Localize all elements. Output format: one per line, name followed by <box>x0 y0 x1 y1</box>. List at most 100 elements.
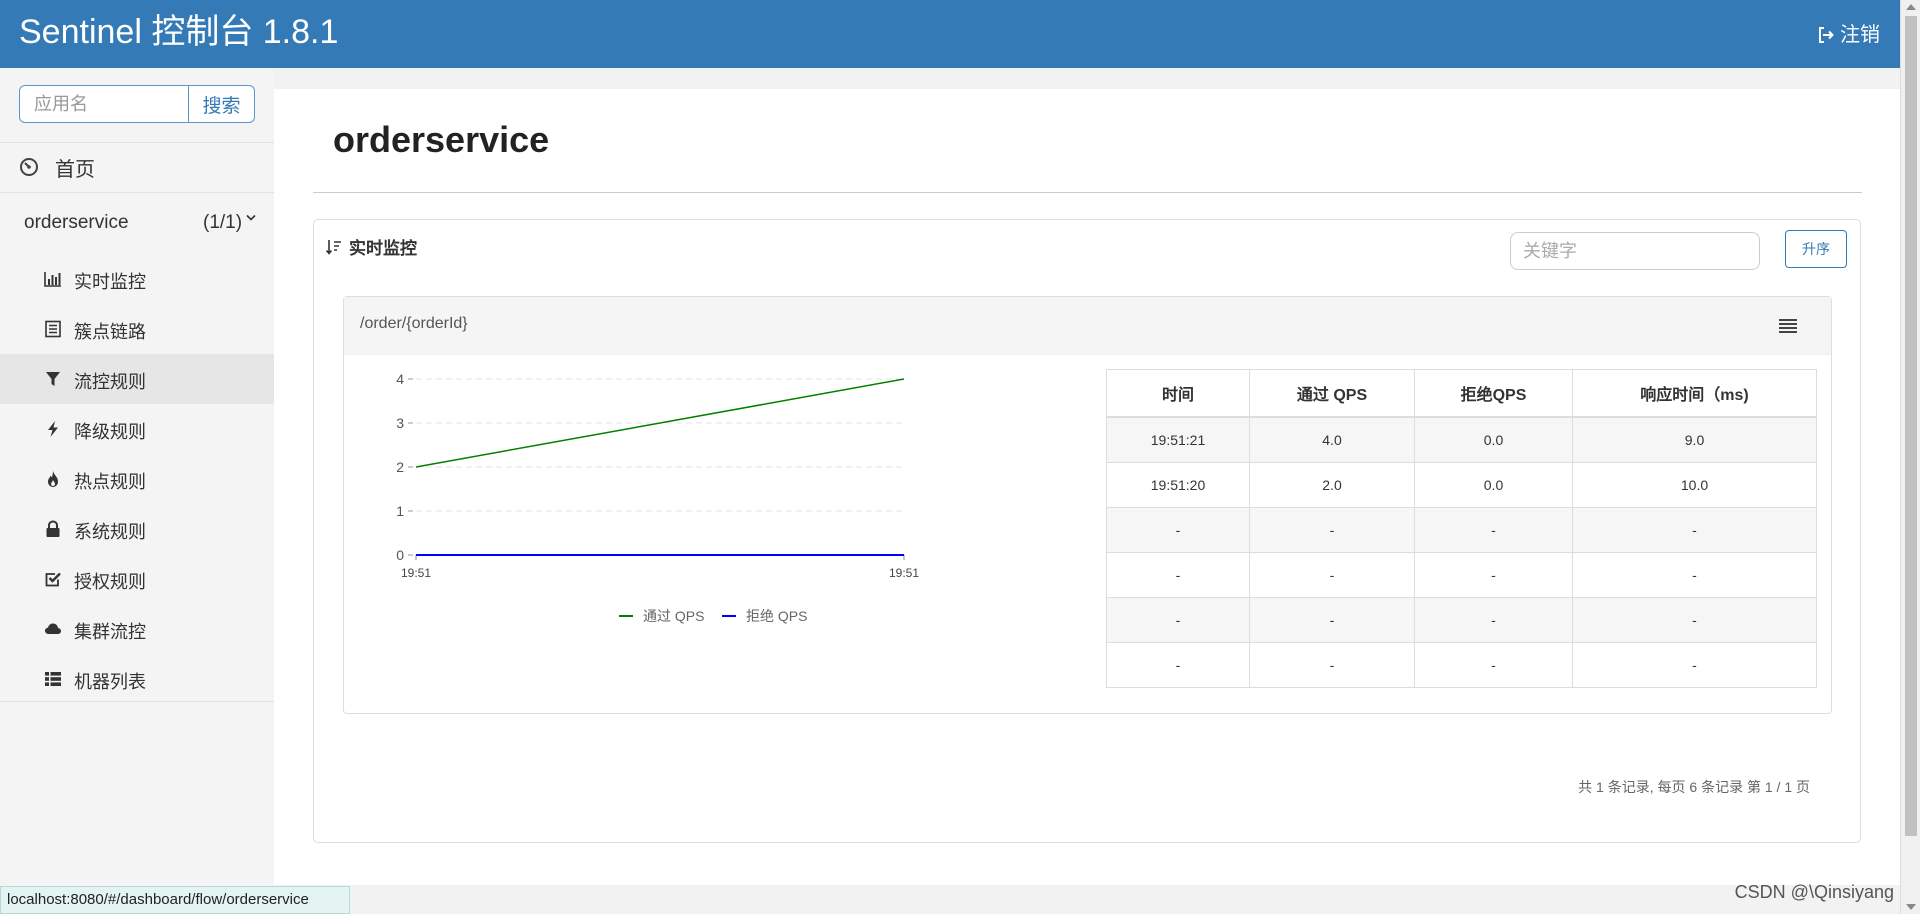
sidebar-item-cluster-flow[interactable]: 集群流控 <box>0 604 274 654</box>
resource-card: /order/{orderId} 0 1 2 3 4 19:51 19:51 通过 QPS 拒绝… <box>343 296 1832 714</box>
filter-icon <box>46 372 60 386</box>
logout-link[interactable]: 注销 <box>1817 22 1880 48</box>
sidebar-item-label: 簇点链路 <box>74 322 146 342</box>
sidebar-item-authority-rules[interactable]: 授权规则 <box>0 554 274 604</box>
y-tick-label: 0 <box>396 547 404 563</box>
main-content: orderservice 实时监控 升序 /order/{orderId} 0 1… <box>274 89 1900 885</box>
sort-icon <box>326 239 341 255</box>
cell-pass-qps: - <box>1249 552 1415 598</box>
y-tick-label: 3 <box>396 415 404 431</box>
column-header-time: 时间 <box>1106 369 1250 418</box>
divider <box>313 192 1862 193</box>
legend-label: 通过 QPS <box>643 608 704 624</box>
fire-icon <box>48 471 58 487</box>
sidebar-item-cluster-link[interactable]: 簇点链路 <box>0 304 274 354</box>
logout-label: 注销 <box>1840 24 1880 46</box>
scrollbar-thumb[interactable] <box>1905 16 1917 836</box>
table-row: - - - - <box>1106 552 1817 598</box>
cell-time: - <box>1106 642 1250 688</box>
table-row: 19:51:20 2.0 0.0 10.0 <box>1106 462 1817 508</box>
divider <box>0 701 274 702</box>
column-header-pass-qps: 通过 QPS <box>1249 369 1415 418</box>
th-list-icon <box>45 672 61 686</box>
column-header-block-qps: 拒绝QPS <box>1414 369 1573 418</box>
check-icon <box>45 572 61 587</box>
cell-block-qps: - <box>1414 597 1573 643</box>
cell-time: - <box>1106 597 1250 643</box>
list-alt-icon <box>45 320 61 338</box>
brand-title[interactable]: Sentinel 控制台 1.8.1 <box>19 10 338 54</box>
sidebar-app-orderservice[interactable]: orderservice (1/1) <box>0 192 274 248</box>
sidebar-item-home[interactable]: 首页 <box>0 142 274 192</box>
cell-block-qps: - <box>1414 507 1573 553</box>
sidebar-item-label: 热点规则 <box>74 472 146 492</box>
sidebar-item-realtime-monitor[interactable]: 实时监控 <box>0 254 274 304</box>
sidebar: 搜索 首页 orderservice (1/1) 实时监控 <box>0 68 274 914</box>
cell-time: - <box>1106 552 1250 598</box>
table-row: - - - - <box>1106 597 1817 643</box>
sidebar-item-label: 流控规则 <box>74 372 146 392</box>
cell-block-qps: - <box>1414 552 1573 598</box>
flash-icon <box>48 421 58 437</box>
table-row: 19:51:21 4.0 0.0 9.0 <box>1106 416 1817 463</box>
metrics-table: 时间 通过 QPS 拒绝QPS 响应时间（ms) 19:51:21 4.0 0.… <box>1106 369 1817 688</box>
search-button[interactable]: 搜索 <box>189 85 255 123</box>
sidebar-item-label: 机器列表 <box>74 672 146 692</box>
column-header-rt: 响应时间（ms) <box>1572 369 1817 418</box>
x-tick-label: 19:51 <box>889 566 919 580</box>
scroll-up-arrow-icon[interactable] <box>1906 4 1916 10</box>
table-header-row: 时间 通过 QPS 拒绝QPS 响应时间（ms) <box>1106 369 1817 418</box>
sidebar-item-hotspot-rules[interactable]: 热点规则 <box>0 454 274 504</box>
page-title: orderservice <box>333 119 550 160</box>
app-instance-count: (1/1) <box>203 212 243 233</box>
sidebar-item-machine-list[interactable]: 机器列表 <box>0 654 274 704</box>
app-search: 搜索 <box>19 85 255 123</box>
sort-ascending-button[interactable]: 升序 <box>1785 230 1847 268</box>
sidebar-item-system-rules[interactable]: 系统规则 <box>0 504 274 554</box>
vertical-scrollbar[interactable] <box>1900 0 1920 914</box>
sidebar-item-label: 降级规则 <box>74 422 146 442</box>
cell-rt: 9.0 <box>1572 416 1817 463</box>
cell-rt: - <box>1572 597 1817 643</box>
cloud-icon <box>45 623 61 634</box>
app-search-input[interactable] <box>19 85 189 123</box>
sidebar-item-label: 首页 <box>55 158 95 181</box>
menu-lines-icon[interactable] <box>1779 318 1797 334</box>
table-row: - - - - <box>1106 642 1817 688</box>
sign-out-icon <box>1819 27 1834 43</box>
sidebar-item-flow-rules[interactable]: 流控规则 <box>0 354 274 404</box>
sidebar-item-label: 集群流控 <box>74 622 146 642</box>
cell-time: - <box>1106 507 1250 553</box>
sidebar-item-label: 系统规则 <box>74 522 146 542</box>
status-bar-url: localhost:8080/#/dashboard/flow/orderser… <box>0 886 350 914</box>
bar-chart-icon <box>44 272 61 287</box>
panel-title[interactable]: 实时监控 <box>326 234 417 259</box>
y-tick-label: 2 <box>396 459 404 475</box>
cell-pass-qps: - <box>1249 507 1415 553</box>
scroll-down-arrow-icon[interactable] <box>1906 904 1916 910</box>
lock-icon <box>46 520 60 537</box>
cell-pass-qps: - <box>1249 597 1415 643</box>
resource-card-header: /order/{orderId} <box>344 297 1831 355</box>
cell-block-qps: 0.0 <box>1414 462 1573 508</box>
qps-line-chart: 0 1 2 3 4 19:51 19:51 通过 QPS 拒绝 QPS <box>354 359 954 689</box>
cell-time: 19:51:20 <box>1106 462 1250 508</box>
cell-rt: - <box>1572 552 1817 598</box>
table-row: - - - - <box>1106 507 1817 553</box>
cell-rt: 10.0 <box>1572 462 1817 508</box>
app-menu: 实时监控 簇点链路 流控规则 降级规则 热点规则 系统规则 授权规则 集群流控 … <box>0 254 274 704</box>
cell-time: 19:51:21 <box>1106 416 1250 463</box>
cell-pass-qps: 2.0 <box>1249 462 1415 508</box>
y-tick-label: 1 <box>396 503 404 519</box>
cell-rt: - <box>1572 642 1817 688</box>
panel-title-label: 实时监控 <box>349 239 417 258</box>
y-tick-label: 4 <box>396 371 404 387</box>
app-name: orderservice <box>24 212 129 233</box>
keyword-search-input[interactable] <box>1510 232 1760 270</box>
legend-label: 拒绝 QPS <box>746 608 807 624</box>
sidebar-item-degrade-rules[interactable]: 降级规则 <box>0 404 274 454</box>
watermark: CSDN @\Qinsiyang <box>1734 882 1894 902</box>
chart-svg: 0 1 2 3 4 19:51 19:51 通过 QPS 拒绝 QPS <box>396 371 919 624</box>
cell-rt: - <box>1572 507 1817 553</box>
sidebar-item-label: 实时监控 <box>74 272 146 292</box>
